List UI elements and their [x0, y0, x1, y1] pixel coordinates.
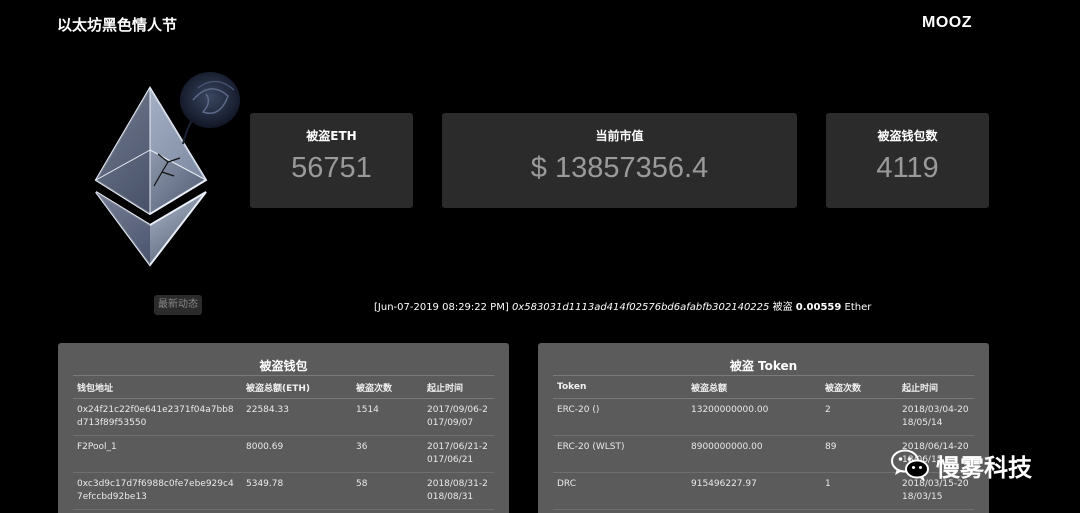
table-row[interactable]: 0x24f21c22f0e641e2371f04a7bb8d713f89f535… [73, 398, 494, 436]
token-count: 2 [821, 398, 898, 436]
wallet-count: 1514 [352, 398, 423, 436]
stolen-tokens-table: Token 被盗总额 被盗次数 起止时间 ERC-20 () 132000000… [553, 375, 974, 510]
ticker-address[interactable]: 0x583031d1113ad414f02576bd6afabfb3021402… [512, 302, 769, 313]
stolen-wallets-value: 4119 [876, 152, 939, 184]
wallet-period: 2017/09/06-2017/09/07 [423, 398, 494, 436]
wallet-total: 22584.33 [242, 398, 352, 436]
stolen-wallets-label: 被盗钱包数 [877, 129, 938, 143]
column-header-count[interactable]: 被盗次数 [352, 375, 423, 399]
table-row[interactable]: ERC-20 () 13200000000.00 2 2018/03/04-20… [553, 398, 974, 436]
market-value-value: $ 13857356.4 [530, 152, 709, 184]
stolen-wallets-panel-title: 被盗钱包 [259, 359, 308, 373]
stolen-tokens-panel-title: 被盗 Token [729, 359, 798, 373]
watermark: 慢雾科技 [890, 447, 1032, 483]
wallet-period: 2017/06/21-2017/06/21 [423, 435, 494, 473]
ticker-action: 被盗 [772, 302, 793, 313]
ethereum-rose-logo-icon [94, 72, 240, 267]
token-name[interactable]: ERC-20 () [553, 398, 687, 436]
token-name[interactable]: DRC [553, 472, 687, 510]
wallet-period: 2018/08/31-2018/08/31 [423, 472, 494, 510]
activity-ticker: [Jun-07-2019 08:29:22 PM] 0x583031d1113a… [374, 298, 871, 313]
column-header-count[interactable]: 被盗次数 [821, 375, 898, 399]
column-header-token[interactable]: Token [553, 375, 687, 399]
wallet-address[interactable]: 0x24f21c22f0e641e2371f04a7bb8d713f89f535… [73, 398, 242, 436]
token-count: 1 [821, 472, 898, 510]
brand-logo-text[interactable]: MOOZ [922, 14, 972, 32]
wallet-address[interactable]: 0xc3d9c17d7f6988c0fe7ebe929c47efccbd92be… [73, 472, 242, 510]
wallet-total: 5349.78 [242, 472, 352, 510]
token-name[interactable]: ERC-20 (WLST) [553, 435, 687, 473]
wallet-total: 8000.69 [242, 435, 352, 473]
stolen-eth-label: 被盗ETH [306, 129, 357, 143]
token-total: 915496227.97 [687, 472, 821, 510]
latest-news-button[interactable]: 最新动态 [154, 295, 202, 315]
wallet-count: 58 [352, 472, 423, 510]
ticker-unit: Ether [844, 302, 872, 313]
wechat-icon [891, 449, 929, 481]
stolen-tokens-panel: 被盗 Token Token 被盗总额 被盗次数 起止时间 ERC-20 () … [538, 343, 989, 513]
page-title: 以太坊黑色情人节 [57, 16, 178, 34]
token-total: 8900000000.00 [687, 435, 821, 473]
stolen-eth-value: 56751 [291, 152, 372, 184]
token-total: 13200000000.00 [687, 398, 821, 436]
wallet-address[interactable]: F2Pool_1 [73, 435, 242, 473]
token-count: 89 [821, 435, 898, 473]
column-header-total[interactable]: 被盗总额 [687, 375, 821, 399]
watermark-text: 慢雾科技 [936, 453, 1032, 482]
stolen-wallets-panel: 被盗钱包 钱包地址 被盗总额(ETH) 被盗次数 起止时间 0x24f21c22… [58, 343, 509, 513]
stolen-wallets-table: 钱包地址 被盗总额(ETH) 被盗次数 起止时间 0x24f21c22f0e64… [73, 375, 494, 510]
table-row[interactable]: 0xc3d9c17d7f6988c0fe7ebe929c47efccbd92be… [73, 472, 494, 510]
column-header-period[interactable]: 起止时间 [898, 375, 974, 399]
market-value-card: 当前市值 $ 13857356.4 [442, 113, 797, 208]
stolen-wallets-card: 被盗钱包数 4119 [826, 113, 989, 208]
ticker-time: [Jun-07-2019 08:29:22 PM] [374, 302, 509, 313]
column-header-total[interactable]: 被盗总额(ETH) [242, 375, 352, 399]
wallet-count: 36 [352, 435, 423, 473]
column-header-address[interactable]: 钱包地址 [73, 375, 242, 399]
stolen-eth-card: 被盗ETH 56751 [250, 113, 413, 208]
column-header-period[interactable]: 起止时间 [423, 375, 494, 399]
ticker-amount: 0.00559 [795, 302, 842, 313]
table-row[interactable]: F2Pool_1 8000.69 36 2017/06/21-2017/06/2… [73, 435, 494, 473]
token-period: 2018/03/04-2018/05/14 [898, 398, 974, 436]
market-value-label: 当前市值 [595, 129, 644, 143]
